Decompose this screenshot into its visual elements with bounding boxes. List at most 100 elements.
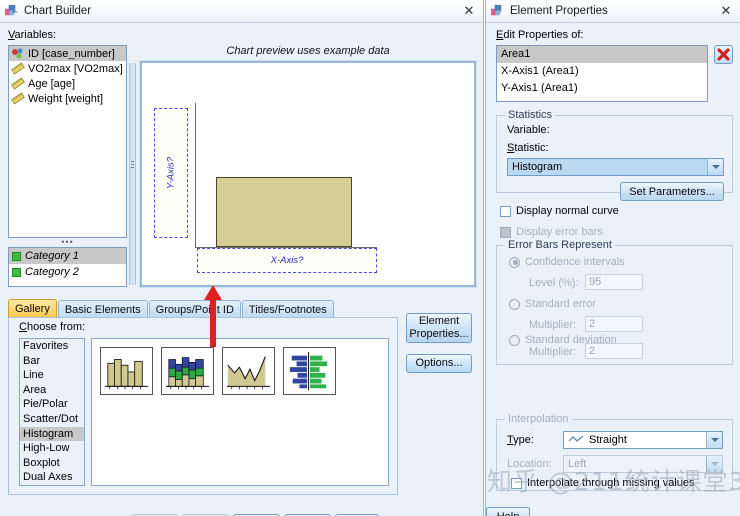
interpolate-missing-label: Interpolate through missing values <box>527 477 695 489</box>
gallery-item-dual-axes[interactable]: Dual Axes <box>20 470 84 485</box>
error-bars-represent-group: Error Bars Represent Confidence interval… <box>496 239 733 365</box>
edit-properties-item-xaxis1[interactable]: X-Axis1 (Area1) <box>497 63 707 80</box>
standard-error-label: Standard error <box>525 298 596 310</box>
frequency-polygon-thumb[interactable] <box>222 347 275 395</box>
radio-icon <box>509 256 520 268</box>
confidence-intervals-radio: Confidence intervals <box>509 256 625 268</box>
sd-multiplier-label: Multiplier: <box>529 346 577 358</box>
category-label: Category 1 <box>25 250 79 262</box>
element-properties-close-icon[interactable]: ✕ <box>718 3 734 19</box>
variables-list[interactable]: ID [case_number] VO2max [VO2max] Age [ag… <box>8 45 127 238</box>
confidence-intervals-label: Confidence intervals <box>525 256 625 268</box>
variable-label: ID [case_number] <box>28 47 115 60</box>
gallery-item-favorites[interactable]: Favorites <box>20 339 84 354</box>
interpolate-missing-checkbox[interactable]: Interpolate through missing values <box>511 477 695 489</box>
interpolation-group: Interpolation Type: Straight Location: L… <box>496 413 733 491</box>
stacked-histogram-thumb[interactable] <box>161 347 214 395</box>
se-multiplier-input: 2 <box>585 316 643 332</box>
ep-help-button[interactable]: Help <box>486 507 530 516</box>
gallery-item-boxplot[interactable]: Boxplot <box>20 456 84 471</box>
variable-label: Age [age] <box>28 77 76 90</box>
chart-canvas-inner[interactable]: Y-Axis? X-Axis? <box>142 63 474 285</box>
splitter-grip-icon <box>131 161 134 175</box>
population-pyramid-thumb[interactable] <box>283 347 336 395</box>
gallery-item-pie-polar[interactable]: Pie/Polar <box>20 397 84 412</box>
chart-builder-icon <box>4 4 19 19</box>
y-axis-line <box>195 103 196 248</box>
tab-groups-point-id[interactable]: Groups/Point ID <box>148 300 241 318</box>
gallery-item-scatter-dot[interactable]: Scatter/Dot <box>20 412 84 427</box>
element-properties-button-line2: Properties... <box>409 328 469 340</box>
interpolation-type-dropdown[interactable]: Straight <box>563 431 723 449</box>
tab-gallery[interactable]: Gallery <box>8 299 57 318</box>
standard-error-radio: Standard error <box>509 298 596 310</box>
gallery-item-high-low[interactable]: High-Low <box>20 441 84 456</box>
gallery-item-area[interactable]: Area <box>20 383 84 398</box>
panel-splitter[interactable] <box>129 63 136 285</box>
gallery-item-histogram[interactable]: Histogram <box>20 426 84 442</box>
x-axis-drop-label: X-Axis? <box>270 255 304 266</box>
category-icon <box>12 267 21 277</box>
statistic-dropdown[interactable]: Histogram <box>507 158 724 176</box>
y-axis-drop-zone[interactable]: Y-Axis? <box>154 108 188 238</box>
variables-resize-handle[interactable]: ••• <box>8 238 127 247</box>
category-item[interactable]: Category 2 <box>9 264 126 280</box>
radio-icon <box>509 334 520 346</box>
edit-properties-item-area1[interactable]: Area1 <box>497 46 707 63</box>
variable-item[interactable]: VO2max [VO2max] <box>9 61 126 76</box>
set-parameters-button[interactable]: Set Parameters... <box>620 182 724 201</box>
example-histogram-bar <box>216 177 352 247</box>
red-arrow-annotation <box>203 285 223 347</box>
element-properties-title: Element Properties <box>510 5 608 17</box>
display-normal-curve-label: Display normal curve <box>516 205 619 217</box>
category-item[interactable]: Category 1 <box>9 248 126 264</box>
chart-builder-close-icon[interactable]: ✕ <box>461 3 477 19</box>
checkbox-icon[interactable] <box>511 477 522 489</box>
delete-red-x-icon[interactable] <box>714 45 733 64</box>
tab-titles-footnotes[interactable]: Titles/Footnotes <box>241 300 334 318</box>
categories-list[interactable]: Category 1 Category 2 <box>8 247 127 287</box>
error-bars-group-title: Error Bars Represent <box>505 239 615 251</box>
scale-ruler-icon <box>11 92 25 105</box>
element-properties-icon <box>490 4 505 19</box>
se-multiplier-label: Multiplier: <box>529 319 577 331</box>
variables-label: Variables: <box>8 29 57 41</box>
interpolation-location-value: Left <box>568 458 587 470</box>
gallery-thumbnails[interactable] <box>91 338 389 486</box>
chart-builder-title: Chart Builder <box>24 5 92 17</box>
variable-item[interactable]: Weight [weight] <box>9 91 126 106</box>
radio-icon <box>509 298 520 310</box>
chevron-down-icon[interactable] <box>707 159 723 175</box>
statistic-label: Statistic: <box>507 142 549 154</box>
variable-label: Weight [weight] <box>28 92 104 105</box>
checkbox-icon[interactable] <box>500 205 511 217</box>
choose-from-label: Choose from: <box>19 321 86 333</box>
element-properties-button-line1: Element <box>418 314 460 327</box>
edit-properties-item-yaxis1[interactable]: Y-Axis1 (Area1) <box>497 80 707 97</box>
element-properties-body: Edit Properties of: Area1 X-Axis1 (Area1… <box>486 22 740 516</box>
chart-builder-tabs[interactable]: Gallery Basic Elements Groups/Point ID T… <box>8 299 334 318</box>
variable-item[interactable]: Age [age] <box>9 76 126 91</box>
category-icon <box>12 251 21 261</box>
chevron-down-icon[interactable] <box>706 432 722 448</box>
display-normal-curve-checkbox[interactable]: Display normal curve <box>500 205 619 217</box>
tab-basic-elements[interactable]: Basic Elements <box>57 300 148 318</box>
x-axis-drop-zone[interactable]: X-Axis? <box>197 248 377 273</box>
display-error-bars-label: Display error bars <box>516 226 603 238</box>
gallery-category-list[interactable]: Favorites Bar Line Area Pie/Polar Scatte… <box>19 338 85 486</box>
chart-preview-canvas[interactable]: Y-Axis? X-Axis? <box>139 60 477 288</box>
variable-item[interactable]: ID [case_number] <box>9 46 126 61</box>
edit-properties-list[interactable]: Area1 X-Axis1 (Area1) Y-Axis1 (Area1) <box>496 45 708 102</box>
options-button[interactable]: Options... <box>406 354 472 373</box>
statistics-group-title: Statistics <box>505 109 556 121</box>
element-properties-button[interactable]: Element Properties... <box>406 313 472 343</box>
scale-ruler-icon <box>11 62 25 75</box>
gallery-item-bar[interactable]: Bar <box>20 354 84 369</box>
simple-histogram-thumb[interactable] <box>100 347 153 395</box>
statistics-group: Statistics Variable: Statistic: Histogra… <box>496 109 733 201</box>
interpolation-location-dropdown: Left <box>563 455 723 473</box>
scale-ruler-icon <box>11 77 25 90</box>
gallery-item-line[interactable]: Line <box>20 368 84 383</box>
display-error-bars-checkbox: Display error bars <box>500 226 603 238</box>
chart-preview-caption: Chart preview uses example data <box>226 45 390 57</box>
